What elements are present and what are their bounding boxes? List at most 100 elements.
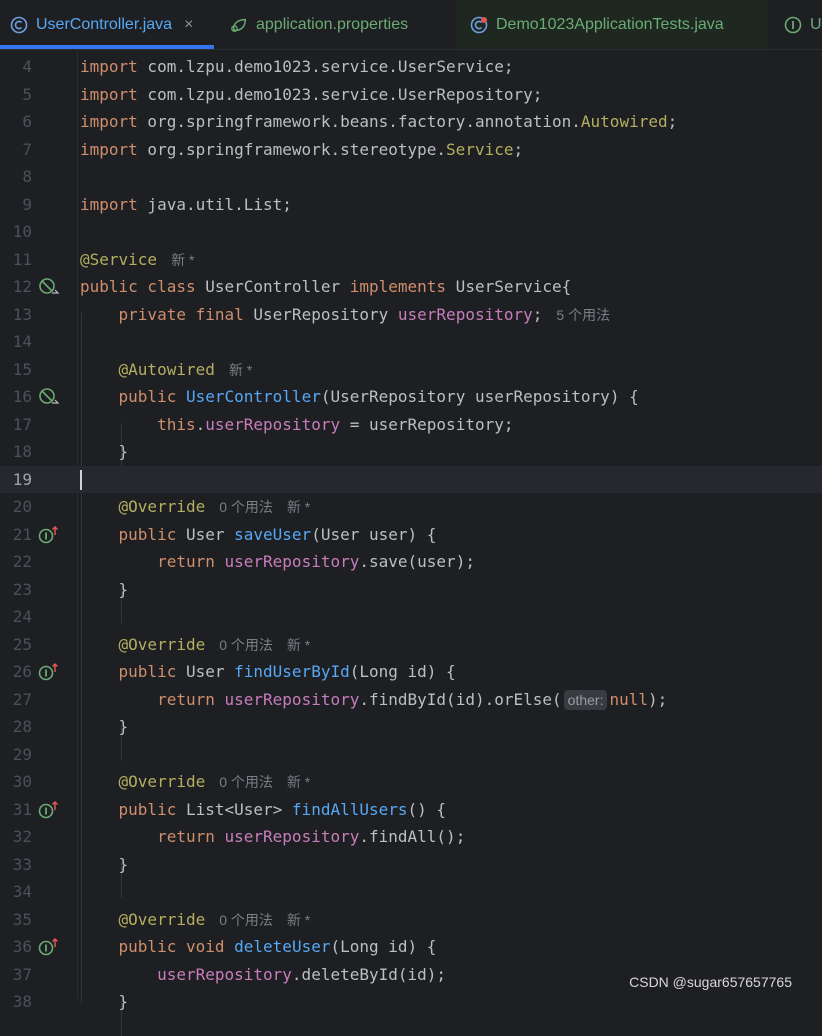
watermark: CSDN @sugar657657765 [629,974,792,990]
current-line: 19 [0,465,822,494]
code-text: @Override 0 个用法新 * [118,772,311,791]
code-text: return userRepository.save(user); [157,552,475,571]
line-number: 26 [12,662,32,681]
test-class-icon [470,16,488,34]
author-hint[interactable]: 新 * [287,912,310,928]
tab-label: Demo1023ApplicationTests.java [496,16,724,33]
code-line: 5 import com.lzpu.demo1023.service.UserR… [0,81,822,109]
code-text: import com.lzpu.demo1023.service.UserRep… [80,84,543,104]
code-line: 28 } [0,713,822,741]
code-line: 20 @Override 0 个用法新 * [0,493,822,521]
code-text: userRepository.deleteById(id); [157,964,447,984]
line-number: 20 [12,497,32,516]
line-number: 36 [12,937,32,956]
text-caret [80,470,82,490]
code-line: 26 public User findUserById(Long id) { [0,658,822,686]
line-number: 38 [12,992,32,1011]
code-line: 29 [0,741,822,769]
usages-hint[interactable]: 0 个用法 [219,912,273,928]
line-number: 10 [12,222,32,241]
line-number: 5 [22,84,32,104]
code-text: this.userRepository = userRepository; [157,414,514,434]
code-line: 27 return userRepository.findById(id).or… [0,686,822,714]
line-number: 12 [12,277,32,296]
code-text: } [118,992,129,1011]
code-text: import com.lzpu.demo1023.service.UserSer… [80,57,514,76]
line-number: 16 [12,387,32,406]
author-hint[interactable]: 新 * [171,252,194,268]
usages-hint[interactable]: 0 个用法 [219,637,273,653]
line-number: 35 [12,909,32,929]
code-text: public UserController(UserRepository use… [118,387,639,406]
author-hint[interactable]: 新 * [287,774,310,790]
close-icon[interactable]: × [184,16,193,34]
code-line: 7 import org.springframework.stereotype.… [0,136,822,164]
implements-method-icon[interactable] [38,800,60,820]
tab-application-properties[interactable]: application.properties [230,0,409,49]
usages-hint[interactable]: 0 个用法 [219,499,273,515]
code-line: 9 import java.util.List; [0,191,822,219]
author-hint[interactable]: 新 * [287,637,310,653]
implements-method-icon[interactable] [38,662,60,682]
line-number: 13 [12,304,32,324]
spring-bean-icon[interactable] [38,387,60,407]
code-line: 38 } [0,988,822,1016]
code-text: @Override 0 个用法新 * [118,497,311,516]
code-line: 11 @Service 新 * [0,246,822,274]
line-number: 32 [12,827,32,846]
code-text: } [118,717,129,736]
author-hint[interactable]: 新 * [287,499,310,515]
code-line: 21 public User saveUser(User user) { [0,521,822,549]
code-line: 36 public void deleteUser(Long id) { [0,933,822,961]
code-line: 12 public class UserController implement… [0,273,822,301]
code-line: 4 import com.lzpu.demo1023.service.UserS… [0,53,822,81]
line-number: 14 [12,332,32,351]
tab-user-service[interactable]: Us [784,0,822,49]
author-hint[interactable]: 新 * [229,362,252,378]
code-editor[interactable]: 4 import com.lzpu.demo1023.service.UserS… [0,51,822,1036]
code-text [80,466,82,494]
code-text: import java.util.List; [80,194,292,214]
code-text: public void deleteUser(Long id) { [118,937,437,956]
code-line: 16 public UserController(UserRepository … [0,383,822,411]
line-number: 8 [22,167,32,186]
tab-label: application.properties [256,16,409,33]
line-number: 18 [12,442,32,461]
line-number: 27 [12,689,32,709]
line-number: 7 [22,139,32,159]
code-line: 22 return userRepository.save(user); [0,548,822,576]
code-line: 17 this.userRepository = userRepository; [0,411,822,439]
code-text: @Override 0 个用法新 * [118,909,311,929]
code-text: } [118,579,129,599]
active-tab-indicator [0,45,214,49]
spring-bean-icon[interactable] [38,277,60,297]
implements-method-icon[interactable] [38,937,60,957]
line-number: 6 [22,112,32,131]
parameter-hint: other: [563,689,608,710]
code-text: public User findUserById(Long id) { [118,662,456,681]
code-line: 15 @Autowired 新 * [0,356,822,384]
tab-user-controller[interactable]: UserController.java × [10,0,193,49]
spring-leaf-icon [230,16,248,34]
implements-method-icon[interactable] [38,525,60,545]
interface-icon [784,16,802,34]
usages-hint[interactable]: 0 个用法 [219,774,273,790]
line-number: 31 [12,799,32,819]
code-line: 34 [0,878,822,906]
line-number: 25 [12,634,32,654]
line-number: 33 [12,854,32,874]
code-text: } [118,442,129,461]
code-line: 10 [0,218,822,246]
usages-hint[interactable]: 5 个用法 [556,307,610,323]
code-line: 35 @Override 0 个用法新 * [0,906,822,934]
line-number: 24 [12,607,32,626]
line-number: 28 [12,717,32,736]
code-line: 33 } [0,851,822,879]
line-number: 30 [12,772,32,791]
tab-demo-application-tests[interactable]: Demo1023ApplicationTests.java [456,0,768,49]
code-line: 30 @Override 0 个用法新 * [0,768,822,796]
code-text: @Override 0 个用法新 * [118,634,311,654]
code-line: 31 public List<User> findAllUsers() { [0,796,822,824]
code-line: 18 } [0,438,822,466]
line-number: 9 [22,194,32,214]
